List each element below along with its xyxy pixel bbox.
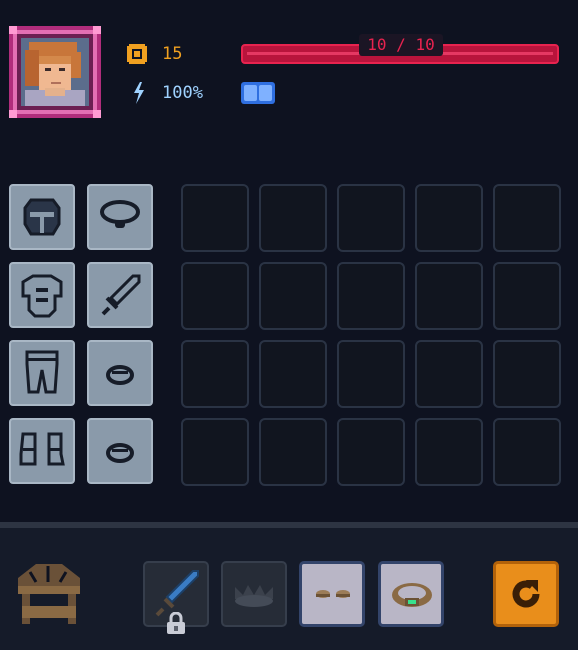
ring-item-slot[interactable] (378, 561, 444, 627)
inventory-slot[interactable] (493, 262, 561, 330)
crown-slot[interactable] (221, 561, 287, 627)
lock-icon (165, 611, 187, 636)
gold-amount: 15 (162, 44, 183, 64)
inventory-slot[interactable] (415, 418, 483, 486)
helmet-icon (23, 198, 61, 236)
inventory-slot[interactable] (415, 340, 483, 408)
chest-armor-icon (21, 274, 63, 318)
inventory-slot[interactable] (337, 418, 405, 486)
inventory-slot[interactable] (493, 184, 561, 252)
boots-icon (19, 432, 65, 466)
shop-icon (18, 564, 80, 624)
hero-portrait-icon (9, 26, 101, 118)
inventory-slot[interactable] (259, 418, 327, 486)
refresh-icon (512, 580, 540, 608)
boots-slot[interactable] (9, 418, 75, 484)
sword-icon (101, 274, 141, 316)
energy-cells (241, 82, 275, 104)
health-label: 10 / 10 (359, 34, 443, 56)
ring-slot-2[interactable] (87, 418, 153, 484)
energy-icon (130, 82, 146, 104)
inventory-slot[interactable] (337, 340, 405, 408)
pants-slot[interactable] (9, 340, 75, 406)
hero-portrait[interactable] (9, 26, 101, 118)
ring-icon (106, 365, 134, 385)
helmet-slot[interactable] (9, 184, 75, 250)
inventory-slot[interactable] (181, 262, 249, 330)
pants-icon (25, 350, 59, 394)
inventory-slot[interactable] (181, 340, 249, 408)
ring-slot-1[interactable] (87, 340, 153, 406)
inventory-slot[interactable] (415, 262, 483, 330)
shop-button[interactable] (8, 560, 90, 628)
necklace-icon (100, 200, 140, 228)
inventory-slot[interactable] (337, 262, 405, 330)
refresh-button[interactable] (493, 561, 559, 627)
crown-icon (235, 585, 273, 607)
coin-icon (127, 44, 147, 64)
boots-icon (316, 590, 350, 598)
boots-item-slot[interactable] (299, 561, 365, 627)
inventory-slot[interactable] (181, 418, 249, 486)
inventory-slot[interactable] (493, 340, 561, 408)
weapon-slot[interactable] (87, 262, 153, 328)
necklace-slot[interactable] (87, 184, 153, 250)
inventory-slot[interactable] (337, 184, 405, 252)
ring-icon (392, 583, 432, 607)
inventory-slot[interactable] (259, 184, 327, 252)
inventory-slot[interactable] (259, 340, 327, 408)
armor-slot[interactable] (9, 262, 75, 328)
energy-percent: 100% (162, 83, 203, 103)
inventory-slot[interactable] (181, 184, 249, 252)
inventory-slot[interactable] (259, 262, 327, 330)
ring-icon (106, 443, 134, 463)
inventory-slot[interactable] (493, 418, 561, 486)
inventory-slot[interactable] (415, 184, 483, 252)
